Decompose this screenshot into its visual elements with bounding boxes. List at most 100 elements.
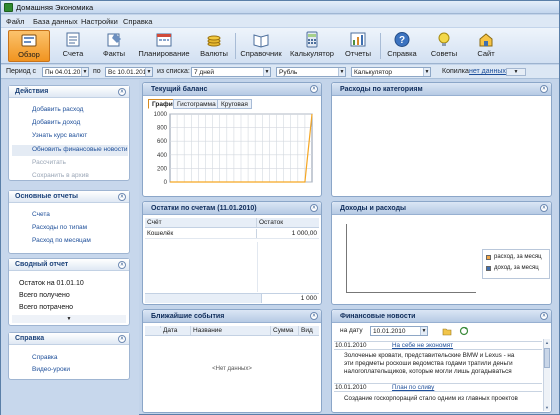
menu-help[interactable]: Справка	[123, 17, 152, 26]
video-lessons-link[interactable]: Видео-уроки	[32, 366, 70, 373]
scroll-down-icon[interactable]: ▼	[544, 404, 550, 411]
legend-expense-label: расход, за месяц	[494, 254, 542, 260]
toolbar-tips-button[interactable]: Советы	[426, 30, 462, 62]
planning-icon	[156, 33, 172, 47]
filter-bar: Период с Пн 04.01.2010 ▼ по Вс 10.01.2010…	[1, 65, 559, 79]
toolbar-calculator-label: Калькулятор	[290, 49, 334, 58]
menu-file[interactable]: Файл	[6, 17, 24, 26]
collapse-icon[interactable]: ˄	[118, 193, 126, 201]
col-blank	[145, 326, 161, 328]
help-header: Справка ˄	[9, 333, 129, 345]
toolbar-planning-button[interactable]: Планирование	[138, 30, 190, 62]
chevron-down-icon[interactable]: ▼	[338, 68, 345, 76]
news-header: Финансовые новости ˄	[332, 310, 551, 323]
range-select[interactable]: 7 дней ▼	[191, 67, 271, 77]
account-value: 1 000,00	[291, 230, 317, 237]
collapse-icon[interactable]: ˄	[310, 204, 318, 212]
piggy-value[interactable]: нет данных	[469, 68, 506, 75]
range-value: 7 дней	[194, 69, 215, 76]
toolbar-accounts-button[interactable]: Счета	[56, 30, 90, 62]
balance-chart: 1000 800 600 400 200 0	[154, 112, 313, 186]
toolbar-currency-button[interactable]: Валюты	[196, 30, 232, 62]
collapse-icon[interactable]: ˄	[118, 335, 126, 343]
toolbar-facts-label: Факты	[102, 49, 126, 58]
y-tick-label: 600	[157, 139, 168, 145]
toolbar-calculator-button[interactable]: Калькулятор	[287, 30, 337, 62]
toolbar-reference-label: Справочник	[240, 49, 282, 58]
collapse-icon[interactable]: ˄	[540, 312, 548, 320]
report-expense-types-link[interactable]: Расходы по типам	[32, 224, 87, 231]
menu-database[interactable]: База данных	[33, 17, 78, 26]
report-accounts-link[interactable]: Счета	[32, 211, 50, 218]
actions-panel: Действия ˄ Добавить расход Добавить доход…	[8, 85, 130, 181]
news-date-field[interactable]: 10.01.2010 ▼	[370, 326, 428, 336]
toolbar-separator	[235, 33, 236, 59]
scroll-up-icon[interactable]: ▲	[544, 339, 550, 346]
y-tick-label: 200	[157, 166, 168, 172]
collapse-icon[interactable]: ˄	[118, 88, 126, 96]
legend-income-label: доход, за месяц	[494, 265, 539, 271]
collapse-icon[interactable]: ˄	[540, 204, 548, 212]
currency-rate-link[interactable]: Узнать курс валют	[32, 132, 87, 139]
chevron-down-icon[interactable]: ▼	[145, 68, 152, 76]
piggy-label: Копилка	[442, 68, 469, 75]
currency-select[interactable]: Рубль ▼	[276, 67, 346, 77]
toolbar-planning-label: Планирование	[138, 49, 190, 58]
period-to-label: по	[93, 68, 101, 75]
help-link[interactable]: Справка	[32, 354, 58, 361]
scroll-thumb[interactable]	[544, 348, 550, 368]
news-item-header: 10.01.2010 План по сливу	[334, 383, 542, 392]
save-archive-link: Сохранить в архив	[32, 172, 89, 179]
news-date-label: на дату	[340, 327, 363, 334]
chevron-down-icon[interactable]: ▼	[81, 68, 88, 76]
toolbar-separator	[380, 33, 381, 59]
toolbar-overview-button[interactable]: Обзор	[8, 30, 50, 62]
table-row[interactable]: Кошелёк 1 000,00	[145, 229, 319, 239]
toolbar-reports-button[interactable]: Отчеты	[340, 30, 376, 62]
news-item-headline[interactable]: На себе не экономят	[392, 342, 453, 350]
collapse-icon[interactable]: ˄	[540, 85, 548, 93]
chevron-down-icon[interactable]: ▼	[423, 68, 430, 76]
update-news-link[interactable]: Обновить финансовые новости	[12, 145, 128, 156]
toolbar-help-button[interactable]: ? Справка	[384, 30, 420, 62]
reference-icon	[253, 34, 269, 48]
site-icon	[479, 33, 493, 47]
help-title: Справка	[15, 335, 45, 342]
collapse-icon[interactable]: ˄	[118, 261, 126, 269]
app-icon	[4, 3, 13, 12]
piggy-dropdown[interactable]: ▼	[506, 68, 526, 76]
summary-received: Всего получено	[19, 292, 70, 299]
news-scrollbar[interactable]: ▲ ▼	[543, 339, 550, 411]
toolbar-site-button[interactable]: Сайт	[468, 30, 504, 62]
accounts-title: Остатки по счетам (11.01.2010)	[151, 205, 257, 212]
income-expense-title: Доходы и расходы	[340, 205, 406, 212]
title-bar: Домашняя Экономика	[1, 1, 559, 14]
income-expense-legend: расход, за месяц доход, за месяц	[482, 249, 550, 279]
toolbar-facts-button[interactable]: Факты	[97, 30, 131, 62]
tab-pie[interactable]: Круговая	[217, 99, 252, 109]
news-panel: Финансовые новости ˄ на дату 10.01.2010 ▼ …	[331, 309, 552, 413]
open-folder-icon[interactable]	[442, 326, 452, 336]
date-to-field[interactable]: Вс 10.01.2010 ▼	[105, 67, 153, 77]
collapse-icon[interactable]: ˄	[310, 85, 318, 93]
news-item-headline[interactable]: План по сливу	[392, 384, 434, 392]
add-income-link[interactable]: Добавить доход	[32, 119, 80, 126]
toolbar-reference-button[interactable]: Справочник	[238, 30, 284, 62]
calculator-field[interactable]: Калькулятор ▼	[351, 67, 431, 77]
tab-histogram[interactable]: Гистограмма	[173, 99, 220, 109]
toolbar-accounts-label: Счета	[62, 49, 84, 58]
app-window: Домашняя Экономика Файл База данных Наст…	[0, 0, 560, 415]
chevron-down-icon[interactable]: ▼	[420, 327, 427, 335]
news-item-text: налогоплательщиков, которые могли лишь д…	[344, 368, 512, 375]
events-header: Ближайшие события ˄	[143, 310, 321, 323]
collapse-icon[interactable]: ˄	[310, 312, 318, 320]
menu-settings[interactable]: Настройки	[81, 17, 118, 26]
date-from-field[interactable]: Пн 04.01.2010 ▼	[42, 67, 89, 77]
report-monthly-link[interactable]: Расход по месяцам	[32, 237, 91, 244]
add-expense-link[interactable]: Добавить расход	[32, 106, 83, 113]
chevron-down-icon[interactable]: ▼	[263, 68, 270, 76]
column-divider	[257, 242, 258, 292]
reports-icon	[350, 32, 366, 47]
refresh-icon[interactable]	[459, 326, 469, 336]
summary-expand-arrow[interactable]: ▼	[12, 315, 126, 323]
